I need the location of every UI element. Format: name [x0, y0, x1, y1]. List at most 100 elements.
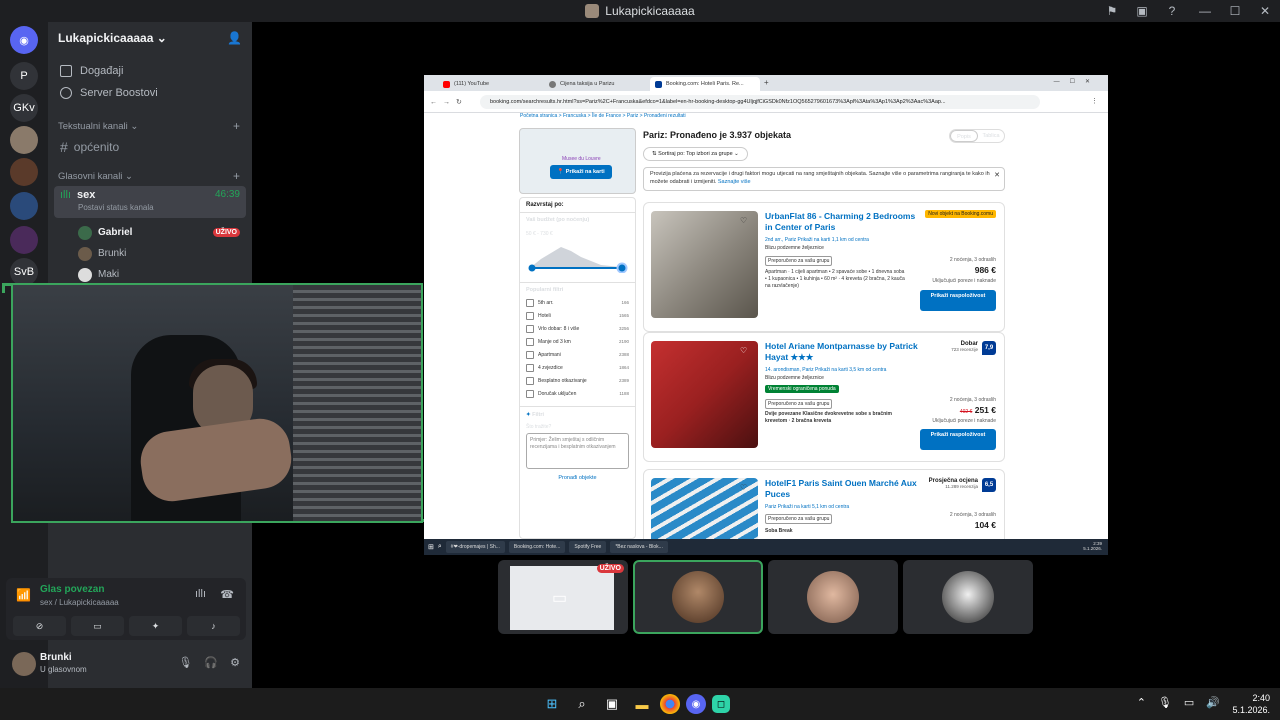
voice-status[interactable]: Glas povezan [40, 584, 104, 595]
listing-title[interactable]: Hotel Ariane Montparnasse by Patrick Hay… [765, 341, 925, 363]
heart-icon[interactable]: ♡ [740, 346, 747, 355]
browser-window-controls[interactable]: —☐✕ [1054, 78, 1100, 85]
channel-status-link[interactable]: Postavi status kanala [78, 203, 154, 212]
filter-apartments[interactable]: Apartmani 2388 [520, 348, 635, 361]
heart-icon[interactable]: ♡ [740, 483, 747, 492]
stream-view[interactable]: (111) YouTube Cijena taksija u Parizu Bo… [424, 75, 1108, 555]
screen-share-button[interactable]: ▭ [71, 616, 124, 636]
participant-tile-stream[interactable]: ▭ UŽIVO [498, 560, 628, 634]
checkbox[interactable] [526, 363, 534, 372]
voice-user-gabriel[interactable]: Gabriel UŽIVO [48, 222, 252, 243]
server-icon-avatar[interactable] [10, 226, 38, 254]
checkbox[interactable] [526, 298, 534, 307]
close-button[interactable]: ✕ [1250, 0, 1280, 22]
tab-youtube[interactable]: (111) YouTube [438, 77, 538, 91]
listing-location[interactable]: 14. arondisman, Pariz Prikaži na karti 3… [765, 367, 886, 373]
add-channel-icon[interactable]: + [233, 119, 240, 133]
view-grid-button[interactable]: Tablica [978, 130, 1004, 142]
disconnect-icon[interactable]: ☎ [220, 588, 234, 601]
text-channels-category[interactable]: Tekstualni kanali ⌄ + [48, 116, 252, 136]
listing-title[interactable]: UrbanFlat 86 - Charming 2 Bedrooms in Ce… [765, 211, 925, 233]
checkbox[interactable] [526, 389, 534, 398]
show-availability-button[interactable]: Prikaži raspoloživost [920, 290, 996, 311]
participant-tile[interactable] [633, 560, 763, 634]
filter-4-stars[interactable]: 4 zvjezdice 1864 [520, 361, 635, 374]
url-field[interactable]: booking.com/searchresults.hr.html?ss=Par… [480, 95, 1040, 109]
listing-location[interactable]: Pariz Prikaži na karti 5,1 km od centra [765, 504, 849, 510]
checkbox[interactable] [526, 337, 534, 346]
listing-photo[interactable] [651, 211, 758, 318]
task-view-icon[interactable]: ▣ [600, 692, 624, 716]
minimize-button[interactable]: — [1190, 0, 1220, 22]
server-icon-avatar[interactable] [10, 126, 38, 154]
chrome-icon[interactable] [660, 694, 680, 714]
filter-5th-arr[interactable]: 5th arr. 166 [520, 296, 635, 309]
listing-card[interactable]: ♡ UrbanFlat 86 - Charming 2 Bedrooms in … [643, 202, 1005, 332]
system-clock[interactable]: 2:40 5.1.2026. [1232, 692, 1270, 716]
noise-suppression-icon[interactable]: ıllı [195, 588, 206, 600]
server-icon-svb[interactable]: SvB [10, 258, 38, 286]
activities-button[interactable]: ✦ [129, 616, 182, 636]
search-icon[interactable]: ⌕ [570, 692, 594, 716]
sort-dropdown[interactable]: ⇅ Sortiraj po: Top izbori za grupe ⌄ [643, 147, 748, 161]
filter-under-3km[interactable]: Manje od 3 km 2190 [520, 335, 635, 348]
volume-icon[interactable]: 🔊 [1206, 696, 1220, 709]
show-availability-button[interactable]: Prikaži raspoloživost [920, 429, 996, 450]
map-preview[interactable]: Musee du Louvre 📍 Prikaži na karti [519, 128, 636, 194]
budget-histogram[interactable] [526, 239, 630, 274]
discord-icon[interactable]: ◉ [686, 694, 706, 714]
listing-location[interactable]: 2nd arr., Pariz Prikaži na karti 1,1 km … [765, 237, 869, 243]
windows-start-icon[interactable]: ⊞ [540, 692, 564, 716]
nav-server-boosts[interactable]: Server Boostovi [48, 82, 252, 104]
checkbox[interactable] [526, 350, 534, 359]
browser-menu-icon[interactable]: ⋮ [1091, 97, 1098, 105]
ai-search-input[interactable]: Primjer: Želim smještaj s odličnim recen… [526, 433, 629, 469]
review-score[interactable]: 6,5 [982, 478, 996, 492]
server-icon-avatar[interactable] [10, 158, 38, 186]
channel-general[interactable]: # općenito [54, 136, 246, 158]
nav-events[interactable]: Događaji [48, 60, 252, 82]
voice-channel-sex[interactable]: ıllı sex 46:39 Postavi status kanala [54, 186, 246, 218]
voice-user-maki[interactable]: Maki [48, 264, 252, 285]
review-score[interactable]: 7,9 [982, 341, 996, 355]
file-explorer-icon[interactable]: ▬ [630, 692, 654, 716]
listing-photo[interactable] [651, 341, 758, 448]
checkbox[interactable] [526, 311, 534, 320]
help-icon[interactable]: ? [1160, 4, 1184, 18]
notice-link[interactable]: Saznajte više [718, 179, 751, 185]
maximize-button[interactable]: ☐ [1220, 0, 1250, 22]
flag-icon[interactable]: ⚑ [1100, 4, 1124, 18]
listing-card[interactable]: ♡ Hotel Ariane Montparnasse by Patrick H… [643, 332, 1005, 462]
settings-gear-icon[interactable]: ⚙ [230, 656, 240, 669]
resize-handle[interactable] [2, 283, 12, 293]
avatar[interactable] [12, 652, 36, 676]
guild-header[interactable]: Lukapickicaaaaa ⌄ 👤 [48, 22, 252, 54]
view-list-button[interactable]: Popis [950, 130, 978, 142]
server-icon-gkv[interactable]: GKv [10, 94, 38, 122]
chevron-up-icon[interactable]: ⌃ [1137, 696, 1146, 709]
server-icon-group[interactable] [10, 192, 38, 220]
add-friend-icon[interactable]: 👤 [227, 31, 242, 45]
tab-booking[interactable]: Booking.com: Hoteli Paris. Re... [650, 77, 760, 91]
participant-tile[interactable] [903, 560, 1033, 634]
checkbox[interactable] [526, 376, 534, 385]
soundboard-button[interactable]: ♪ [187, 616, 240, 636]
discord-home-icon[interactable]: ◉ [10, 26, 38, 54]
show-on-map-button[interactable]: 📍 Prikaži na karti [550, 165, 612, 179]
webcam-feed[interactable] [11, 283, 423, 523]
user-name[interactable]: Brunki [40, 652, 72, 663]
checkbox[interactable] [526, 324, 534, 333]
voice-channels-category[interactable]: Glasovni kanali ⌄ + [48, 166, 252, 186]
server-icon-p[interactable]: P [10, 62, 38, 90]
view-toggle[interactable]: Popis Tablica [949, 129, 1005, 143]
microphone-icon[interactable]: 🎙 [1158, 696, 1172, 709]
network-icon[interactable]: ▭ [1184, 696, 1194, 709]
microphone-icon[interactable]: 🎙 [178, 656, 192, 669]
voice-user-brunki[interactable]: Brunki [48, 243, 252, 264]
camera-off-button[interactable]: ⊘ [13, 616, 66, 636]
filter-free-cancel[interactable]: Besplatno otkazivanje 2389 [520, 374, 635, 387]
filter-very-good[interactable]: Vrlo dobar: 8 i više 3256 [520, 322, 635, 335]
headphones-icon[interactable]: 🎧 [204, 656, 218, 669]
browser-nav-icons[interactable]: ←→↻ [430, 98, 468, 106]
close-notice-icon[interactable]: ✕ [994, 171, 1000, 181]
